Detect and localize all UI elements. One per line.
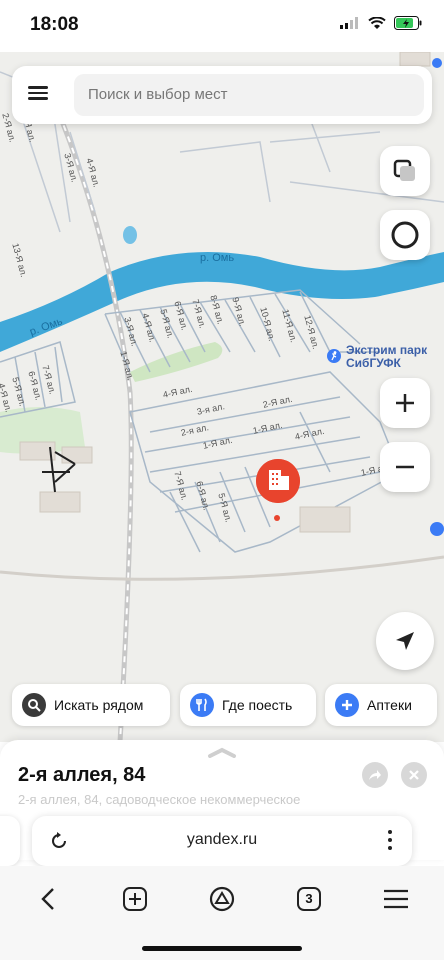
selected-place-marker[interactable] [254, 457, 302, 511]
chip-search-nearby[interactable]: Искать рядом [12, 684, 170, 726]
previous-tab-card[interactable] [0, 816, 20, 866]
chip-label: Аптеки [367, 697, 412, 713]
status-icons [340, 16, 422, 30]
status-time: 18:08 [30, 14, 79, 35]
search-icon [22, 693, 46, 717]
building-icon [256, 459, 300, 509]
back-button[interactable] [28, 882, 68, 916]
plus-icon [396, 394, 414, 412]
chip-label: Искать рядом [54, 697, 144, 713]
alice-icon [209, 886, 235, 912]
chip-pharmacies[interactable]: Аптеки [325, 684, 437, 726]
chip-label: Где поесть [222, 697, 293, 713]
new-tab-button[interactable] [115, 882, 155, 916]
search-bar: Поиск и выбор мест [12, 66, 432, 124]
search-input[interactable]: Поиск и выбор мест [74, 74, 424, 116]
url-text: yandex.ru [186, 831, 258, 848]
alice-button[interactable] [202, 882, 242, 916]
minus-icon [396, 465, 414, 469]
poi-name: Экстрим парк СибГУФК [346, 343, 428, 370]
chevron-up-icon[interactable] [206, 746, 238, 758]
share-arrow-icon [369, 770, 381, 780]
signal-icon [340, 17, 358, 29]
plus-icon [335, 693, 359, 717]
zoom-out-button[interactable] [380, 442, 430, 492]
river-label: р. Омь [200, 252, 235, 264]
alice-icon [391, 221, 419, 249]
poi-icon-edge [430, 522, 444, 536]
layers-button[interactable] [380, 146, 430, 196]
my-location-button[interactable] [376, 612, 434, 670]
share-button[interactable] [362, 762, 388, 788]
home-indicator [142, 946, 302, 951]
close-icon [409, 770, 419, 780]
place-subtitle: 2-я аллея, 84, садоводческое некоммерчес… [18, 792, 301, 807]
add-box-icon [123, 887, 147, 911]
chevron-left-icon [41, 888, 54, 910]
tabs-count: 3 [305, 891, 313, 906]
alice-assistant-button[interactable] [380, 210, 430, 260]
battery-icon [394, 16, 422, 30]
status-bar: 18:08 [0, 0, 444, 52]
navigation-arrow-icon [396, 632, 414, 650]
browser-toolbar: 3 [0, 866, 444, 960]
hamburger-menu-icon[interactable] [26, 83, 50, 107]
menu-button[interactable] [376, 882, 416, 916]
wifi-icon [368, 16, 386, 29]
running-person-icon [327, 349, 341, 363]
address-bar[interactable]: yandex.ru [32, 816, 412, 866]
tabs-button[interactable]: 3 [289, 882, 329, 916]
poi-icon-edge [432, 58, 442, 68]
fork-knife-icon [190, 693, 214, 717]
zoom-in-button[interactable] [380, 378, 430, 428]
more-vertical-icon[interactable] [386, 828, 394, 852]
hamburger-menu-icon [384, 889, 408, 909]
close-button[interactable] [401, 762, 427, 788]
layers-icon [393, 159, 415, 181]
place-title: 2-я аллея, 84 [18, 764, 146, 786]
chip-where-to-eat[interactable]: Где поесть [180, 684, 316, 726]
